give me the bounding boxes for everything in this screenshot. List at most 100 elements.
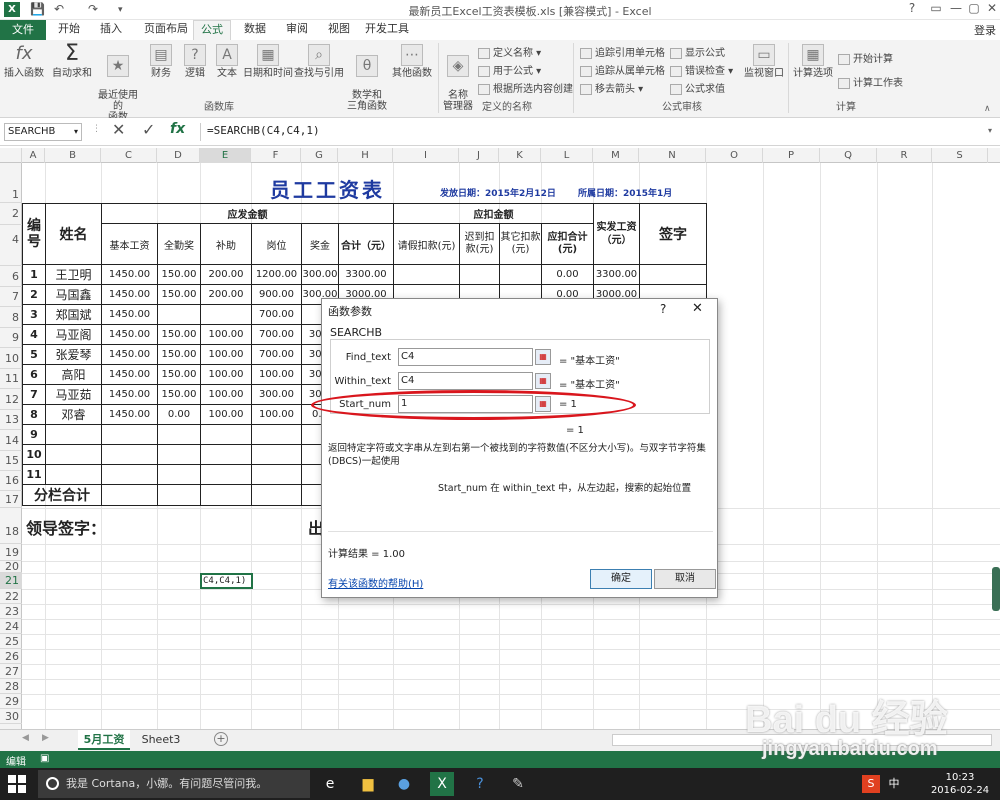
tab-formulas[interactable]: 公式 xyxy=(193,20,231,40)
cell-post[interactable]: 700.00 xyxy=(251,344,302,365)
column-header[interactable]: P xyxy=(763,148,820,163)
row-header[interactable]: 23 xyxy=(0,604,22,619)
cell-name[interactable]: 王卫明 xyxy=(45,264,102,285)
create-from-selection-button[interactable]: 根据所选内容创建 xyxy=(478,80,573,95)
trace-precedents-button[interactable]: 追踪引用单元格 xyxy=(580,44,665,59)
cell-name[interactable]: 张爱琴 xyxy=(45,344,102,365)
cell-bonus[interactable]: 300.00 xyxy=(301,264,339,285)
cell-no[interactable]: 5 xyxy=(22,344,46,365)
autosum-button[interactable]: Σ 自动求和 xyxy=(50,43,94,80)
cell-attendance[interactable]: 150.00 xyxy=(157,264,201,285)
ribbon-display-button[interactable]: ▭ xyxy=(926,1,946,15)
help-button[interactable]: ? xyxy=(902,1,922,15)
cell-post[interactable]: 100.00 xyxy=(251,404,302,425)
select-all-corner[interactable] xyxy=(0,148,22,163)
cell-name[interactable]: 马国鑫 xyxy=(45,284,102,305)
datetime-button[interactable]: ▦ 日期和时间 xyxy=(243,44,293,79)
cell-attendance[interactable]: 150.00 xyxy=(157,364,201,385)
cell-post[interactable] xyxy=(251,444,302,465)
cell-name[interactable] xyxy=(45,464,102,485)
tab-file[interactable]: 文件 xyxy=(0,20,46,40)
row-header[interactable]: 1 xyxy=(0,163,22,203)
formula-input[interactable]: =SEARCHB(C4,C4,1) xyxy=(200,123,985,141)
cell-subsidy[interactable]: 100.00 xyxy=(200,344,252,365)
cell-attendance[interactable]: 150.00 xyxy=(157,284,201,305)
row-header[interactable]: 26 xyxy=(0,649,22,664)
sheet-tab-may-payroll[interactable]: 5月工资 xyxy=(78,730,130,750)
row-header[interactable]: 27 xyxy=(0,664,22,679)
column-header[interactable]: I xyxy=(393,148,459,163)
login-link[interactable]: 登录 xyxy=(974,22,996,38)
column-header[interactable]: L xyxy=(541,148,593,163)
resize-grip-icon[interactable]: ⋮ xyxy=(92,124,101,134)
tab-page-layout[interactable]: 页面布局 xyxy=(140,20,192,40)
cell-post[interactable]: 1200.00 xyxy=(251,264,302,285)
expand-formula-bar-icon[interactable]: ▾ xyxy=(988,126,992,135)
insert-function-icon[interactable]: fx xyxy=(170,121,185,137)
row-header[interactable]: 29 xyxy=(0,694,22,709)
cell-sign[interactable] xyxy=(639,264,707,285)
cancel-icon[interactable]: ✕ xyxy=(112,120,125,139)
cell-no[interactable]: 9 xyxy=(22,424,46,445)
row-header[interactable]: 28 xyxy=(0,679,22,694)
cell-basic[interactable] xyxy=(101,484,158,506)
column-header[interactable]: H xyxy=(338,148,393,163)
collapse-ribbon-icon[interactable]: ∧ xyxy=(984,104,991,114)
cell-attendance[interactable]: 150.00 xyxy=(157,384,201,405)
cell-no[interactable]: 2 xyxy=(22,284,46,305)
use-in-formula-button[interactable]: 用于公式 ▾ xyxy=(478,62,541,77)
remove-arrows-button[interactable]: 移去箭头 ▾ xyxy=(580,80,643,95)
cell-attendance[interactable]: 150.00 xyxy=(157,324,201,345)
next-sheet-icon[interactable]: ▶ xyxy=(42,733,49,743)
cell-no[interactable]: 1 xyxy=(22,264,46,285)
row-header[interactable]: 9 xyxy=(0,328,22,348)
tab-home[interactable]: 开始 xyxy=(54,20,84,40)
enter-check-icon[interactable]: ✓ xyxy=(142,120,155,139)
cell-total[interactable]: 3300.00 xyxy=(338,264,394,285)
column-header[interactable]: Q xyxy=(820,148,877,163)
error-checking-button[interactable]: 错误检查 ▾ xyxy=(670,62,733,77)
function-help-link[interactable]: 有关该函数的帮助(H) xyxy=(328,575,423,590)
row-header[interactable]: 20 xyxy=(0,561,22,573)
cell-no[interactable]: 11 xyxy=(22,464,46,485)
cell-no[interactable]: 10 xyxy=(22,444,46,465)
row-header[interactable]: 8 xyxy=(0,307,22,328)
row-header[interactable]: 15 xyxy=(0,451,22,471)
find-text-input[interactable]: C4 xyxy=(398,348,533,366)
row-header[interactable]: 13 xyxy=(0,410,22,430)
cell-attendance[interactable] xyxy=(157,424,201,445)
tab-insert[interactable]: 插入 xyxy=(96,20,126,40)
cell-net[interactable]: 3300.00 xyxy=(593,264,640,285)
file-explorer-icon[interactable]: ▆ xyxy=(356,772,380,796)
row-header[interactable]: 30 xyxy=(0,709,22,724)
cell-no[interactable]: 7 xyxy=(22,384,46,405)
cell-name[interactable] xyxy=(45,444,102,465)
row-header[interactable]: 6 xyxy=(0,266,22,287)
cell-name[interactable]: 邓睿 xyxy=(45,404,102,425)
cell-subsidy[interactable] xyxy=(200,464,252,485)
column-header[interactable]: M xyxy=(593,148,639,163)
watch-window-button[interactable]: ▭ 监视窗口 xyxy=(742,44,786,79)
cell-basic[interactable]: 1450.00 xyxy=(101,384,158,405)
calc-now-button[interactable]: 开始计算 xyxy=(838,50,893,65)
column-header[interactable]: B xyxy=(45,148,101,163)
cell-post[interactable]: 700.00 xyxy=(251,324,302,345)
row-header[interactable]: 18 xyxy=(0,508,22,544)
row-header[interactable]: 16 xyxy=(0,471,22,491)
collapse-dialog-icon[interactable]: ▦ xyxy=(535,373,551,389)
cell-subsidy[interactable] xyxy=(200,444,252,465)
insert-function-button[interactable]: fx 插入函数 xyxy=(4,44,44,80)
column-header[interactable]: F xyxy=(251,148,301,163)
cell-post[interactable]: 900.00 xyxy=(251,284,302,305)
row-header[interactable]: 4 xyxy=(0,225,22,266)
row-header[interactable]: 24 xyxy=(0,619,22,634)
sogou-ime-icon[interactable]: S xyxy=(862,775,880,793)
cell-basic[interactable] xyxy=(101,464,158,485)
lookup-button[interactable]: ⌕ 查找与引用 xyxy=(294,44,344,79)
cancel-button[interactable]: 取消 xyxy=(654,569,716,589)
collapse-dialog-icon[interactable]: ▦ xyxy=(535,349,551,365)
cell-subsidy[interactable]: 200.00 xyxy=(200,284,252,305)
cell-basic[interactable] xyxy=(101,424,158,445)
cell-deduct-total[interactable]: 0.00 xyxy=(541,264,594,285)
cell-no[interactable]: 6 xyxy=(22,364,46,385)
